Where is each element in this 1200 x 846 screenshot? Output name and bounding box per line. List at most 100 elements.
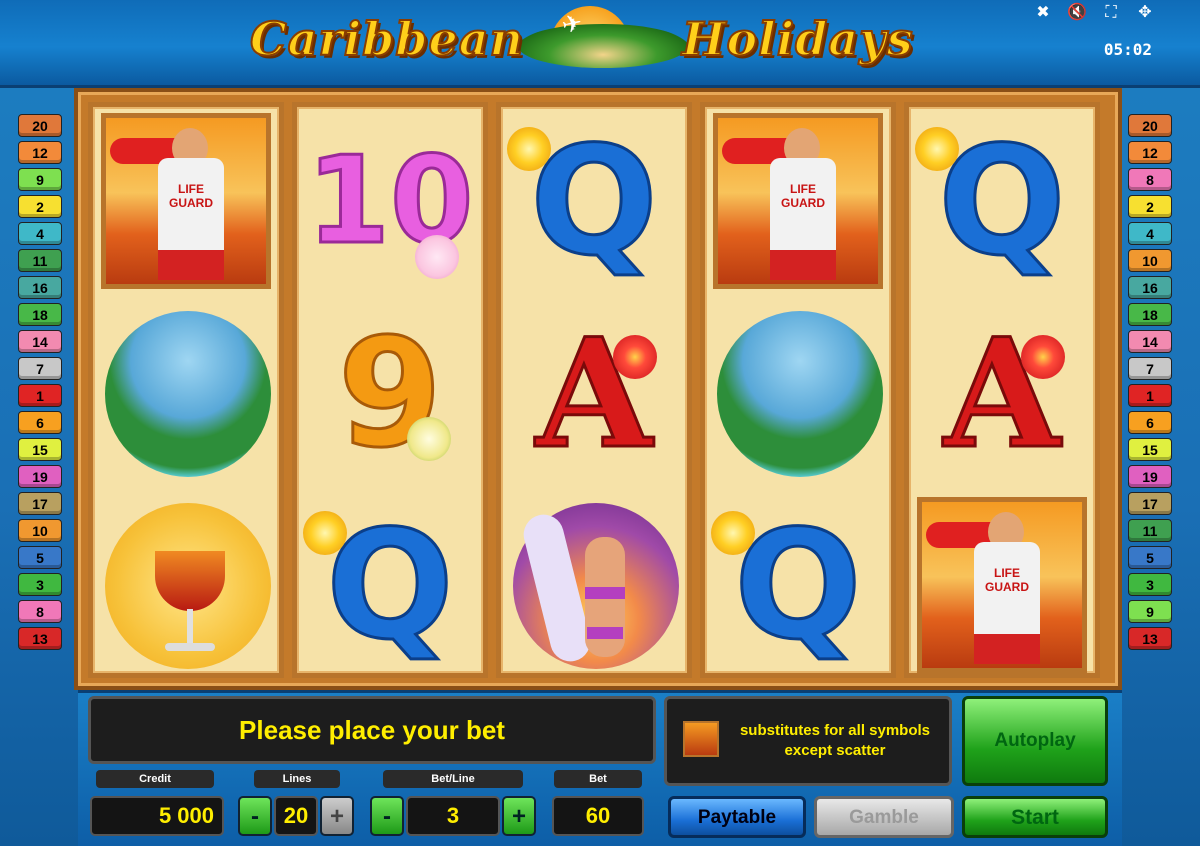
lines-value: 20	[274, 796, 318, 836]
payline-indicator[interactable]: 6	[18, 411, 62, 434]
payline-indicator[interactable]: 8	[18, 600, 62, 623]
payline-indicator[interactable]: 11	[1128, 519, 1172, 542]
symbol-queen: Q	[909, 107, 1095, 297]
clock: 05:02	[1103, 40, 1152, 59]
payline-indicator[interactable]: 3	[18, 573, 62, 596]
payline-indicator[interactable]: 9	[18, 168, 62, 191]
orchid-flower-icon	[711, 511, 755, 555]
bet-label: Bet	[554, 770, 642, 788]
sound-off-icon[interactable]: ✖	[1032, 2, 1054, 22]
system-icons: ✖ 🔇 ⛶ ✥	[1032, 2, 1156, 22]
top-bar: ✈ Caribbean Holidays ✖ 🔇 ⛶ ✥ 05:02	[0, 0, 1200, 88]
lines-plus-button[interactable]: +	[320, 796, 354, 836]
payline-indicator[interactable]: 2	[1128, 195, 1172, 218]
reel-frame: LIFE GUARD 10 9 Q Q A LIFE GUARD Q Q A LIFE GUARD	[74, 88, 1122, 690]
lifeguard-shirt-text: LIFE GUARD	[781, 182, 825, 210]
payline-indicator[interactable]: 15	[18, 438, 62, 461]
payline-indicator[interactable]: 7	[18, 357, 62, 380]
payline-indicator[interactable]: 2	[18, 195, 62, 218]
bet-line-label: Bet/Line	[383, 770, 523, 788]
payline-indicator[interactable]: 18	[1128, 303, 1172, 326]
payline-indicator[interactable]: 11	[18, 249, 62, 272]
payline-indicator[interactable]: 19	[1128, 465, 1172, 488]
payline-indicator[interactable]: 8	[1128, 168, 1172, 191]
reel-5: Q A LIFE GUARD	[904, 102, 1100, 678]
payline-indicator[interactable]: 6	[1128, 411, 1172, 434]
lifeguard-symbol: LIFE GUARD	[917, 497, 1087, 673]
bet-line-plus-button[interactable]: +	[502, 796, 536, 836]
info-box: substitutes for all symbols except scatt…	[664, 696, 952, 786]
symbol-nine: 9	[297, 299, 483, 489]
payline-indicator[interactable]: 14	[18, 330, 62, 353]
payline-indicator[interactable]: 19	[18, 465, 62, 488]
logo-word-caribbean: Caribbean	[249, 11, 524, 67]
symbol-letter-nine: 9	[336, 307, 443, 481]
symbol-lifeguard: LIFE GUARD	[705, 107, 891, 297]
symbol-cocktail	[93, 491, 279, 681]
symbol-ace: A	[909, 299, 1095, 489]
payline-indicator[interactable]: 4	[18, 222, 62, 245]
paylines-left: 20 12 9 2 4 11 16 18 14 7 1 6 15 19 17 10 5 3 8 13	[18, 114, 62, 650]
symbol-beach	[705, 299, 891, 489]
orchid-flower-icon	[507, 127, 551, 171]
payline-indicator[interactable]: 17	[1128, 492, 1172, 515]
beach-palm-symbol	[105, 311, 271, 477]
payline-indicator[interactable]: 15	[1128, 438, 1172, 461]
orchid-flower-icon	[303, 511, 347, 555]
expand-icon[interactable]: ✥	[1134, 2, 1156, 22]
paytable-button[interactable]: Paytable	[668, 796, 806, 838]
island-graphic	[518, 24, 688, 68]
lifeguard-symbol: LIFE GUARD	[101, 113, 271, 289]
payline-indicator[interactable]: 16	[18, 276, 62, 299]
beach-palm-symbol	[717, 311, 883, 477]
payline-indicator[interactable]: 3	[1128, 573, 1172, 596]
payline-indicator[interactable]: 10	[18, 519, 62, 542]
payline-indicator[interactable]: 16	[1128, 276, 1172, 299]
logo-word-holidays: Holidays	[681, 11, 914, 67]
payline-indicator[interactable]: 12	[1128, 141, 1172, 164]
payline-indicator[interactable]: 5	[1128, 546, 1172, 569]
cocktail-stem	[187, 609, 193, 645]
payline-indicator[interactable]: 20	[1128, 114, 1172, 137]
payline-indicator[interactable]: 17	[18, 492, 62, 515]
payline-indicator[interactable]: 1	[18, 384, 62, 407]
lifeguard-shorts	[158, 250, 224, 280]
payline-indicator[interactable]: 13	[1128, 627, 1172, 650]
gamble-button[interactable]: Gamble	[814, 796, 954, 838]
cocktail-base	[165, 643, 215, 651]
payline-indicator[interactable]: 5	[18, 546, 62, 569]
lifeguard-symbol: LIFE GUARD	[713, 113, 883, 289]
symbol-letter-ace: A	[942, 306, 1061, 482]
bet-line-minus-button[interactable]: -	[370, 796, 404, 836]
bet-value: 60	[552, 796, 644, 836]
payline-indicator[interactable]: 20	[18, 114, 62, 137]
wild-symbol-icon	[683, 721, 719, 757]
start-button[interactable]: Start	[962, 796, 1108, 838]
bikini-bottom	[587, 627, 623, 639]
symbol-queen: Q	[705, 491, 891, 681]
payline-indicator[interactable]: 18	[18, 303, 62, 326]
lifeguard-shirt-text: LIFE GUARD	[985, 566, 1029, 594]
hibiscus-flower-icon	[613, 335, 657, 379]
payline-indicator[interactable]: 1	[1128, 384, 1172, 407]
symbol-queen: Q	[297, 491, 483, 681]
payline-indicator[interactable]: 10	[1128, 249, 1172, 272]
payline-indicator[interactable]: 13	[18, 627, 62, 650]
lily-flower-icon	[415, 235, 459, 279]
calla-flower-icon	[407, 417, 451, 461]
mute-icon[interactable]: 🔇	[1066, 2, 1088, 22]
cocktail-symbol	[105, 503, 271, 669]
payline-indicator[interactable]: 4	[1128, 222, 1172, 245]
symbol-letter-ace: A	[534, 306, 653, 482]
lines-minus-button[interactable]: -	[238, 796, 272, 836]
payline-indicator[interactable]: 14	[1128, 330, 1172, 353]
symbol-lifeguard: LIFE GUARD	[909, 491, 1095, 681]
reel-2: 10 9 Q	[292, 102, 488, 678]
fullscreen-icon[interactable]: ⛶	[1100, 2, 1122, 22]
reel-4: LIFE GUARD Q	[700, 102, 896, 678]
payline-indicator[interactable]: 7	[1128, 357, 1172, 380]
autoplay-button[interactable]: Autoplay	[962, 696, 1108, 786]
payline-indicator[interactable]: 9	[1128, 600, 1172, 623]
payline-indicator[interactable]: 12	[18, 141, 62, 164]
symbol-ace: A	[501, 299, 687, 489]
